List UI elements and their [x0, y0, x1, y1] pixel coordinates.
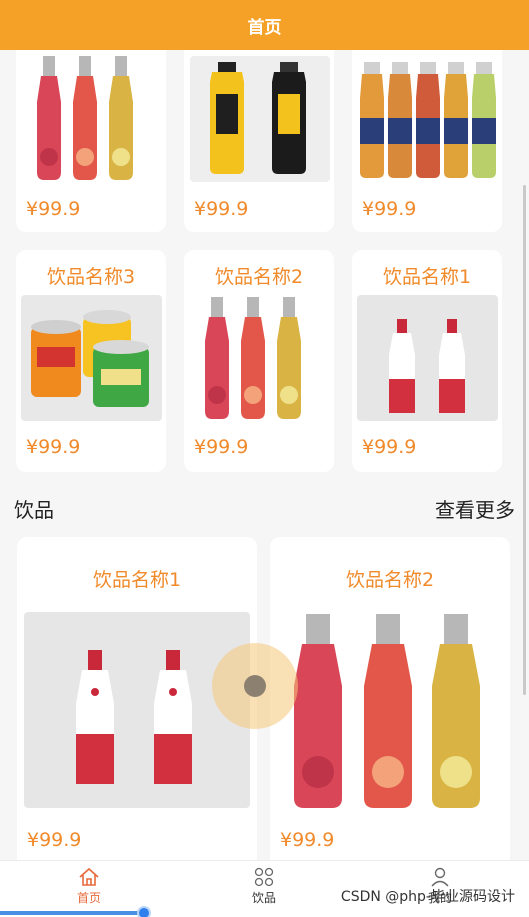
price-label: ¥99.9: [27, 829, 82, 851]
red-white-bottles-image: [357, 295, 498, 421]
tab-drinks[interactable]: 饮品: [224, 867, 304, 906]
grid-icon: [254, 867, 274, 887]
fruit-bottles-image: [24, 52, 158, 184]
tab-label: 首页: [76, 891, 101, 905]
section-title: 饮品: [14, 498, 54, 522]
product-name: 饮品名称2: [345, 569, 435, 591]
page-title: 首页: [247, 17, 282, 38]
watermark: CSDN @php-毕业源码设计: [340, 889, 515, 905]
fruit-bottles-image: [276, 612, 504, 810]
view-more-link[interactable]: 查看更多: [435, 494, 515, 523]
tea-bottles-image: [358, 58, 498, 182]
soda-cans-image: [21, 295, 162, 421]
product-card[interactable]: ¥99.9: [16, 36, 166, 232]
product-card[interactable]: 饮品名称3 ¥99.9: [16, 250, 166, 472]
price-label: ¥99.9: [362, 436, 417, 458]
touch-point: [244, 675, 266, 697]
app-screen: 首页 ¥99.9 ¥99.9 ¥99.9 饮品名称3 ¥99.9 饮品名称2 ¥…: [0, 0, 529, 917]
progress-knob[interactable]: [137, 906, 151, 917]
touch-indicator: [212, 643, 298, 729]
tab-label: 饮品: [251, 891, 276, 905]
yellow-black-bottles-image: [190, 56, 330, 182]
home-icon: [79, 867, 99, 886]
price-label: ¥99.9: [26, 198, 81, 220]
scrollbar[interactable]: [523, 185, 526, 695]
header-bar: 首页: [0, 0, 529, 50]
price-label: ¥99.9: [194, 436, 249, 458]
product-name: 饮品名称1: [92, 569, 182, 591]
price-label: ¥99.9: [26, 436, 81, 458]
featured-product-card[interactable]: 饮品名称2 ¥99.9: [270, 537, 510, 867]
price-label: ¥99.9: [194, 198, 249, 220]
red-white-bottles-image: [24, 612, 250, 808]
product-card[interactable]: ¥99.9: [184, 36, 334, 232]
price-label: ¥99.9: [362, 198, 417, 220]
product-card[interactable]: 饮品名称1 ¥99.9: [352, 250, 502, 472]
product-name: 饮品名称3: [46, 266, 136, 288]
price-label: ¥99.9: [280, 829, 335, 851]
product-card[interactable]: ¥99.9: [352, 36, 502, 232]
fruit-bottles-image: [192, 295, 326, 421]
product-name: 饮品名称2: [214, 266, 304, 288]
product-card[interactable]: 饮品名称2 ¥99.9: [184, 250, 334, 472]
user-icon: [431, 867, 449, 887]
progress-indicator: [0, 911, 150, 915]
product-name: 饮品名称1: [382, 266, 472, 288]
tab-home[interactable]: 首页: [49, 867, 129, 906]
